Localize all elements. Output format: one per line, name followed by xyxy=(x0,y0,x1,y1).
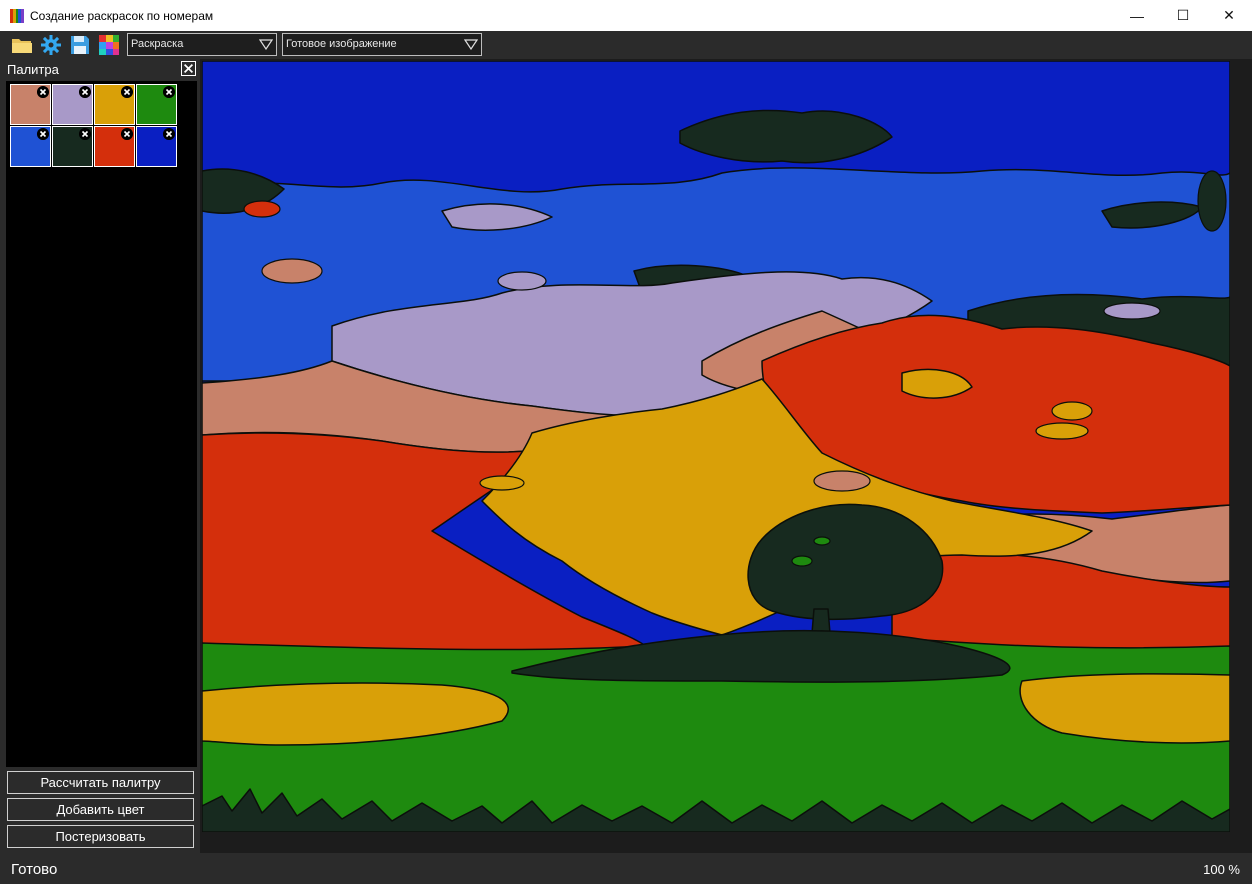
region-salmon-blob[interactable] xyxy=(261,258,323,284)
region-gold-blob[interactable] xyxy=(479,475,525,491)
zoom-level: 100 % xyxy=(1203,862,1240,877)
mode-select-value: Раскраска xyxy=(131,38,184,50)
minimize-button[interactable]: — xyxy=(1114,0,1160,31)
palette-swatch[interactable] xyxy=(94,84,135,125)
palette-swatch[interactable] xyxy=(10,126,51,167)
posterized-image-canvas[interactable] xyxy=(202,61,1230,832)
settings-gear-icon[interactable] xyxy=(40,34,62,56)
window-title: Создание раскрасок по номерам xyxy=(30,8,214,23)
remove-color-icon[interactable] xyxy=(121,128,133,140)
view-select-value: Готовое изображение xyxy=(286,38,397,50)
close-panel-icon[interactable] xyxy=(181,61,196,76)
view-select[interactable]: Готовое изображение xyxy=(282,33,482,56)
close-window-button[interactable]: ✕ xyxy=(1206,0,1252,31)
remove-color-icon[interactable] xyxy=(37,86,49,98)
palette-swatch-area xyxy=(6,81,197,767)
region-green-blob[interactable] xyxy=(791,555,813,567)
region-lavender-blob[interactable] xyxy=(497,271,547,291)
image-viewport[interactable] xyxy=(200,59,1252,853)
palette-swatch[interactable] xyxy=(52,84,93,125)
posterize-button[interactable]: Постеризовать xyxy=(7,825,194,848)
chevron-down-icon xyxy=(259,39,273,50)
chevron-down-icon xyxy=(464,39,478,50)
add-color-button[interactable]: Добавить цвет xyxy=(7,798,194,821)
palette-swatch[interactable] xyxy=(94,126,135,167)
palette-swatch[interactable] xyxy=(136,84,177,125)
region-green-blob[interactable] xyxy=(813,536,831,546)
toolbar: Раскраска Готовое изображение xyxy=(0,31,1252,59)
palette-swatch[interactable] xyxy=(52,126,93,167)
region-gold-blob[interactable] xyxy=(1035,422,1089,440)
palette-swatch[interactable] xyxy=(10,84,51,125)
palette-panel: Палитра Рассчитать палитру Добавить цвет… xyxy=(3,59,199,853)
status-bar: Готово 100 % xyxy=(0,853,1252,884)
title-bar: Создание раскрасок по номерам — ☐ ✕ xyxy=(0,0,1252,31)
remove-color-icon[interactable] xyxy=(79,86,91,98)
status-text: Готово xyxy=(11,861,58,878)
remove-color-icon[interactable] xyxy=(79,128,91,140)
remove-color-icon[interactable] xyxy=(163,128,175,140)
region-red-blob[interactable] xyxy=(243,200,281,218)
remove-color-icon[interactable] xyxy=(121,86,133,98)
mode-select[interactable]: Раскраска xyxy=(127,33,277,56)
app-crayons-icon xyxy=(10,8,24,23)
remove-color-icon[interactable] xyxy=(37,128,49,140)
palette-panel-title: Палитра xyxy=(7,62,59,77)
folder-open-icon[interactable] xyxy=(11,34,33,56)
region-tree-trunk[interactable] xyxy=(811,608,831,634)
region-lavender-blob[interactable] xyxy=(1103,302,1161,320)
palette-swatch[interactable] xyxy=(136,126,177,167)
window-controls: — ☐ ✕ xyxy=(1114,0,1252,31)
app-window: Создание раскрасок по номерам — ☐ ✕ Раск… xyxy=(0,0,1252,884)
palette-panel-header: Палитра xyxy=(3,59,199,81)
remove-color-icon[interactable] xyxy=(163,86,175,98)
region-dark-blob[interactable] xyxy=(1197,170,1227,232)
save-disk-icon[interactable] xyxy=(69,34,91,56)
maximize-button[interactable]: ☐ xyxy=(1160,0,1206,31)
region-gold-blob[interactable] xyxy=(1051,401,1093,421)
region-salmon-blob[interactable] xyxy=(813,470,871,492)
palette-grid-icon[interactable] xyxy=(98,34,120,56)
calculate-palette-button[interactable]: Рассчитать палитру xyxy=(7,771,194,794)
